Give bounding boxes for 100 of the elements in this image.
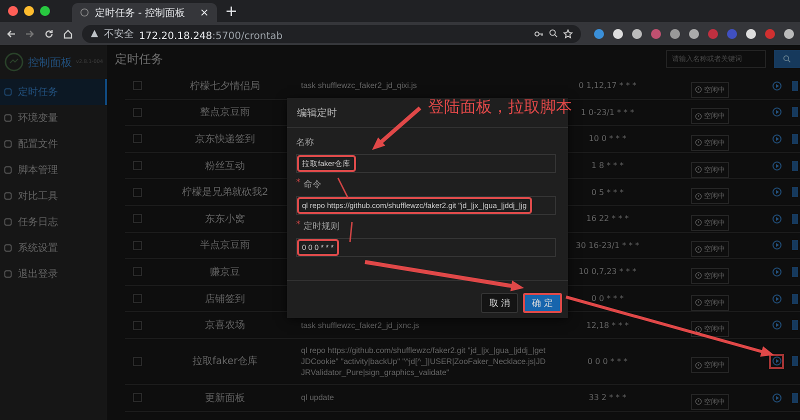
row-checkbox[interactable]: [133, 393, 142, 402]
menu-item-icon: [4, 244, 12, 252]
connector-line: [349, 222, 353, 242]
sidebar-item[interactable]: 任务日志: [0, 209, 107, 235]
menu-item-icon: [4, 114, 12, 122]
back-icon[interactable]: [6, 28, 16, 38]
menu-item-icon: [4, 166, 12, 174]
task-name: 整点京豆雨: [199, 106, 251, 120]
app-logo-text: 控制面板: [28, 54, 72, 70]
task-name: 店铺签到: [204, 292, 246, 306]
dialog-title: 编辑定时: [297, 106, 337, 120]
maximize-window-icon[interactable]: [40, 6, 50, 16]
row-checkbox[interactable]: [133, 356, 142, 366]
cancel-button[interactable]: 取 消: [481, 293, 518, 313]
task-command: ql update: [300, 392, 335, 404]
task-command: task shufflewzc_faker2_jd_qixi.js: [300, 80, 418, 92]
menu-item-icon: [4, 140, 12, 148]
action-button[interactable]: [792, 320, 798, 330]
row-checkbox[interactable]: [133, 188, 142, 197]
forward-icon[interactable]: [25, 28, 35, 38]
required-mark: *: [296, 220, 300, 232]
arrow: [372, 106, 422, 150]
task-name: 半点京豆雨: [199, 238, 251, 252]
logo-icon: [4, 52, 24, 72]
sidebar-item[interactable]: 配置文件: [0, 131, 107, 157]
reload-icon[interactable]: [44, 28, 54, 38]
task-name: 东东小窝: [204, 212, 246, 226]
tab-close[interactable]: ×: [200, 6, 209, 19]
menu-item-icon: [4, 88, 12, 96]
task-schedule: 10 0,7,23 * * *: [578, 267, 638, 276]
action-button[interactable]: [792, 107, 798, 118]
field-label: 名称: [296, 136, 314, 149]
task-name: 柠檬七夕情侣局: [189, 80, 261, 93]
minimize-window-icon[interactable]: [24, 6, 34, 16]
task-schedule: 0 0 0 * * *: [586, 356, 628, 366]
action-button[interactable]: [792, 356, 798, 366]
task-name: 柠檬是兄弟就砍我2: [180, 186, 270, 200]
key-icon[interactable]: [534, 30, 544, 38]
task-command: task shufflewzc_faker2_jd_jxnc.js: [300, 320, 420, 332]
task-schedule: 10 0 * * *: [588, 134, 628, 144]
sidebar-item[interactable]: 退出登录: [0, 261, 107, 287]
action-button[interactable]: [792, 160, 798, 171]
task-command: ql repo https://github.com/shufflewzc/faker2.git "jd_|jx_|gua_|jddj_|getJDCookie" "activity|backUp" "^jd[^_]|USER|ZooFaker_Necklace.js|JDJRValidator_Pure|sign_graphics_validate": [300, 344, 547, 379]
row-checkbox[interactable]: [133, 214, 142, 224]
action-button[interactable]: [792, 294, 798, 304]
menu-item-icon: [4, 192, 12, 200]
row-checkbox[interactable]: [133, 294, 142, 304]
row-checkbox[interactable]: [133, 161, 142, 170]
task-name: 京东快递签到: [194, 132, 256, 146]
menu-item-icon: [4, 270, 12, 278]
task-name: 京喜农场: [204, 318, 246, 332]
action-button[interactable]: [792, 240, 798, 250]
action-button[interactable]: [792, 187, 798, 198]
warning-icon: [90, 29, 99, 38]
task-schedule: 16 22 * * *: [585, 214, 630, 224]
home-icon[interactable]: [63, 28, 73, 38]
url-text: 172.20.18.248:5700/crontab: [139, 30, 283, 43]
task-schedule: 1 0-23/1 * * *: [580, 108, 636, 117]
zoom-icon[interactable]: [549, 29, 558, 38]
close-window-icon[interactable]: [8, 6, 18, 16]
row-checkbox[interactable]: [133, 240, 142, 250]
connector-line: [337, 178, 349, 198]
sidebar-item[interactable]: 脚本管理: [0, 157, 107, 183]
row-checkbox[interactable]: [133, 134, 142, 144]
task-name: 粉丝互动: [204, 160, 246, 173]
search-icon: [783, 55, 791, 63]
tab-title: 定时任务 - 控制面板: [95, 6, 186, 20]
row-checkbox[interactable]: [133, 108, 142, 117]
task-schedule: 0 5 * * *: [590, 188, 625, 197]
action-button[interactable]: [792, 134, 798, 144]
action-button[interactable]: [792, 392, 798, 403]
sidebar-item[interactable]: 环境变量: [0, 105, 107, 131]
task-name: 拉取faker仓库: [191, 354, 259, 368]
task-name: 更新面板: [204, 392, 246, 405]
action-button[interactable]: [792, 266, 798, 277]
address-bar[interactable]: 不安全 172.20.18.248:5700/crontab: [82, 24, 581, 42]
annotation-text: 登陆面板，拉取脚本: [428, 97, 572, 118]
task-schedule: 0 0 * * *: [590, 294, 625, 304]
task-schedule: 30 16-23/1 * * *: [574, 240, 640, 250]
action-button[interactable]: [792, 80, 798, 91]
field-label: 命令: [304, 178, 322, 191]
task-schedule: 33 2 * * *: [588, 393, 628, 402]
ok-button[interactable]: 确 定: [523, 293, 562, 313]
search-button[interactable]: [774, 50, 800, 68]
menu-item-icon: [4, 218, 12, 226]
task-schedule: 0 1,12,17 * * *: [578, 81, 638, 90]
browser-tab[interactable]: 定时任务 - 控制面板 ×: [72, 3, 217, 22]
row-checkbox[interactable]: [133, 320, 142, 330]
sidebar-item[interactable]: 对比工具: [0, 183, 107, 209]
page-title: 定时任务: [115, 50, 164, 68]
task-schedule: 1 8 * * *: [590, 161, 625, 170]
required-mark: *: [296, 178, 300, 190]
row-checkbox[interactable]: [133, 267, 142, 276]
sidebar-item[interactable]: 系统设置: [0, 235, 107, 261]
star-icon[interactable]: [563, 28, 573, 38]
row-checkbox[interactable]: [133, 81, 142, 90]
new-tab-button[interactable]: +: [225, 2, 238, 20]
security-label: 不安全: [104, 28, 134, 40]
task-name: 赚京豆: [209, 266, 241, 279]
action-button[interactable]: [792, 214, 798, 224]
